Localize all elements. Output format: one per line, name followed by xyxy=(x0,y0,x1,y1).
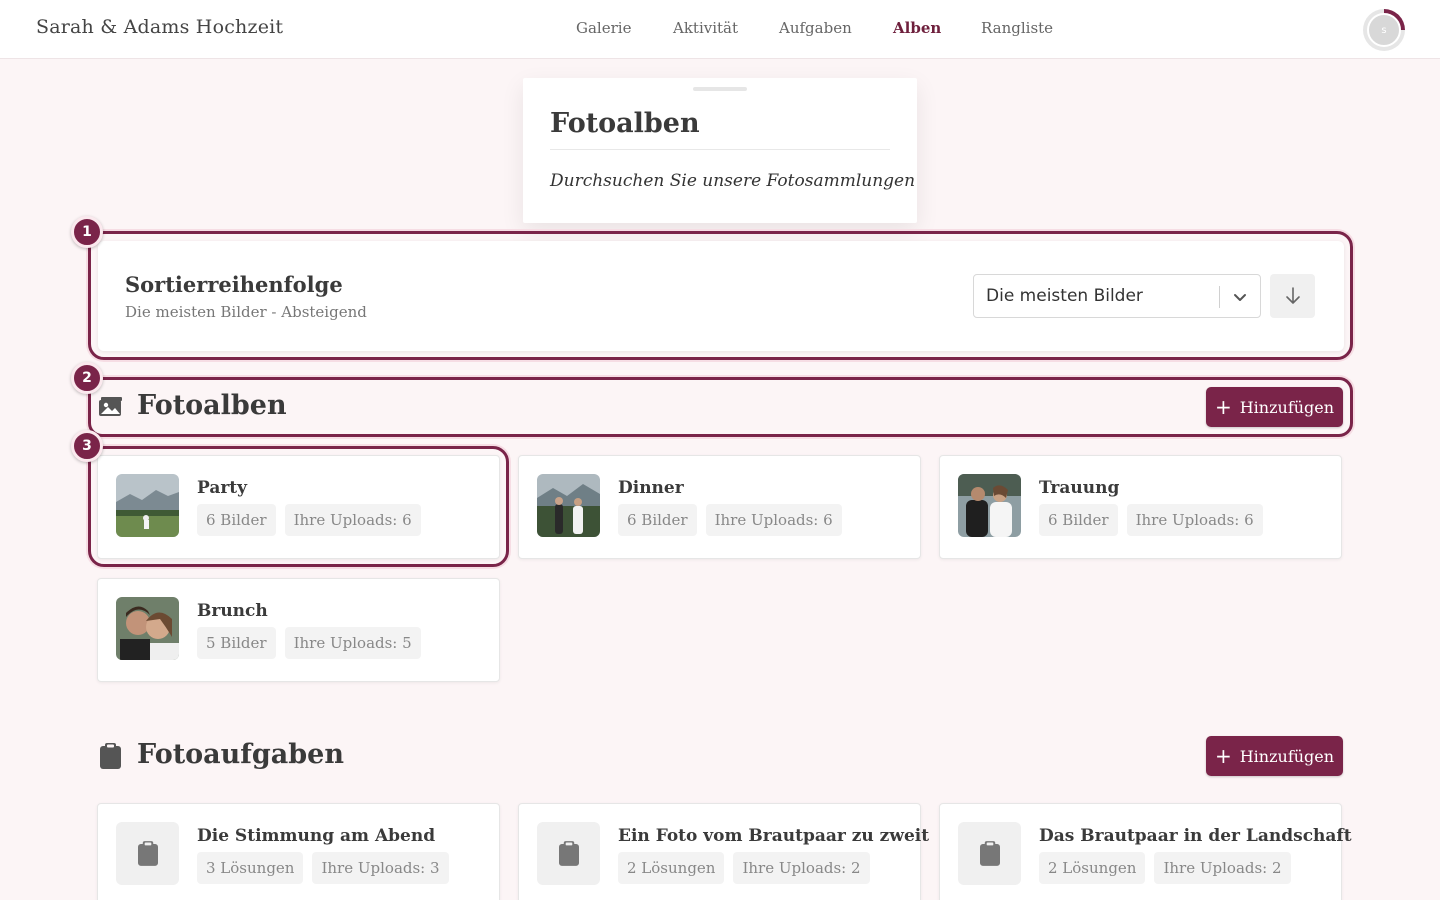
task-thumbnail xyxy=(116,822,179,885)
task-name: Das Brautpaar in der Landschaft xyxy=(1039,826,1352,846)
uploads-badge: Ihre Uploads: 2 xyxy=(1154,852,1291,884)
clipboard-icon xyxy=(137,841,158,866)
avatar: s xyxy=(1367,13,1401,47)
solutions-badge: 2 Lösungen xyxy=(1039,852,1146,884)
task-name: Ein Foto vom Brautpaar zu zweit xyxy=(618,826,930,846)
task-thumbnail xyxy=(958,822,1021,885)
add-album-button[interactable]: + Hinzufügen xyxy=(1206,387,1343,427)
album-thumbnail xyxy=(116,597,179,660)
clipboard-icon xyxy=(558,841,579,866)
add-task-button[interactable]: + Hinzufügen xyxy=(1206,736,1343,776)
sort-select-value: Die meisten Bilder xyxy=(986,286,1143,306)
sort-panel: Sortierreihenfolge Die meisten Bilder - … xyxy=(98,241,1344,351)
sort-title: Sortierreihenfolge xyxy=(125,272,343,297)
album-stats: 6 Bilder Ihre Uploads: 6 xyxy=(618,504,842,536)
album-stats: 6 Bilder Ihre Uploads: 6 xyxy=(197,504,421,536)
album-name: Party xyxy=(197,478,248,498)
uploads-badge: Ihre Uploads: 6 xyxy=(284,504,421,536)
image-count-badge: 6 Bilder xyxy=(1039,504,1118,536)
task-stats: 2 Lösungen Ihre Uploads: 2 xyxy=(618,852,870,884)
album-card-trauung[interactable]: Trauung 6 Bilder Ihre Uploads: 6 xyxy=(939,455,1342,559)
task-stats: 3 Lösungen Ihre Uploads: 3 xyxy=(197,852,449,884)
album-thumbnail xyxy=(537,474,600,537)
page-title: Fotoalben xyxy=(550,108,700,139)
arrow-down-icon xyxy=(1285,287,1300,304)
album-card-dinner[interactable]: Dinner 6 Bilder Ihre Uploads: 6 xyxy=(518,455,921,559)
album-name: Dinner xyxy=(618,478,684,498)
top-bar: Sarah & Adams Hochzeit Galerie Aktivität… xyxy=(0,0,1440,59)
solutions-badge: 3 Lösungen xyxy=(197,852,304,884)
album-stats: 6 Bilder Ihre Uploads: 6 xyxy=(1039,504,1263,536)
title-divider xyxy=(550,149,890,150)
uploads-badge: Ihre Uploads: 6 xyxy=(1126,504,1263,536)
sort-direction-button[interactable] xyxy=(1270,274,1315,318)
nav-rangliste[interactable]: Rangliste xyxy=(981,19,1053,37)
image-icon xyxy=(99,397,122,416)
page-subtitle: Durchsuchen Sie unsere Fotosammlungen xyxy=(550,171,916,191)
album-name: Brunch xyxy=(197,601,268,621)
image-count-badge: 5 Bilder xyxy=(197,627,276,659)
clipboard-icon xyxy=(100,743,121,769)
page-title-card: Fotoalben Durchsuchen Sie unsere Fotosam… xyxy=(523,78,917,223)
uploads-badge: Ihre Uploads: 2 xyxy=(733,852,870,884)
select-separator xyxy=(1219,286,1220,308)
album-thumbnail xyxy=(116,474,179,537)
album-stats: 5 Bilder Ihre Uploads: 5 xyxy=(197,627,421,659)
nav-aktivitaet[interactable]: Aktivität xyxy=(673,19,779,37)
uploads-badge: Ihre Uploads: 6 xyxy=(705,504,842,536)
task-card[interactable]: Ein Foto vom Brautpaar zu zweit 2 Lösung… xyxy=(518,803,929,900)
sort-summary: Die meisten Bilder - Absteigend xyxy=(125,303,367,321)
image-count-badge: 6 Bilder xyxy=(197,504,276,536)
user-avatar[interactable]: s xyxy=(1363,9,1405,51)
clipboard-icon xyxy=(979,841,1000,866)
image-count-badge: 6 Bilder xyxy=(618,504,697,536)
marker-2: 2 xyxy=(71,362,103,394)
nav-alben[interactable]: Alben xyxy=(893,19,981,37)
plus-icon: + xyxy=(1214,744,1232,768)
task-stats: 2 Lösungen Ihre Uploads: 2 xyxy=(1039,852,1291,884)
add-album-label: Hinzufügen xyxy=(1239,397,1335,417)
sort-select[interactable]: Die meisten Bilder xyxy=(973,274,1261,318)
album-card-party[interactable]: Party 6 Bilder Ihre Uploads: 6 xyxy=(97,455,500,559)
tasks-section-title: Fotoaufgaben xyxy=(137,739,344,770)
drag-handle xyxy=(693,87,747,91)
marker-1: 1 xyxy=(71,216,103,248)
solutions-badge: 2 Lösungen xyxy=(618,852,725,884)
album-thumbnail xyxy=(958,474,1021,537)
main-nav: Galerie Aktivität Aufgaben Alben Ranglis… xyxy=(576,19,1053,37)
task-card[interactable]: Die Stimmung am Abend 3 Lösungen Ihre Up… xyxy=(97,803,500,900)
uploads-badge: Ihre Uploads: 5 xyxy=(284,627,421,659)
chevron-down-icon xyxy=(1234,294,1246,301)
nav-galerie[interactable]: Galerie xyxy=(576,19,674,37)
task-thumbnail xyxy=(537,822,600,885)
uploads-badge: Ihre Uploads: 3 xyxy=(312,852,449,884)
plus-icon: + xyxy=(1214,395,1232,419)
brand-title[interactable]: Sarah & Adams Hochzeit xyxy=(36,16,283,38)
album-name: Trauung xyxy=(1039,478,1120,498)
add-task-label: Hinzufügen xyxy=(1239,746,1335,766)
albums-section-title: Fotoalben xyxy=(137,390,287,421)
album-card-brunch[interactable]: Brunch 5 Bilder Ihre Uploads: 5 xyxy=(97,578,500,682)
marker-3: 3 xyxy=(71,430,103,462)
nav-aufgaben[interactable]: Aufgaben xyxy=(779,19,893,37)
task-card[interactable]: Das Brautpaar in der Landschaft 2 Lösung… xyxy=(939,803,1352,900)
task-name: Die Stimmung am Abend xyxy=(197,826,436,846)
